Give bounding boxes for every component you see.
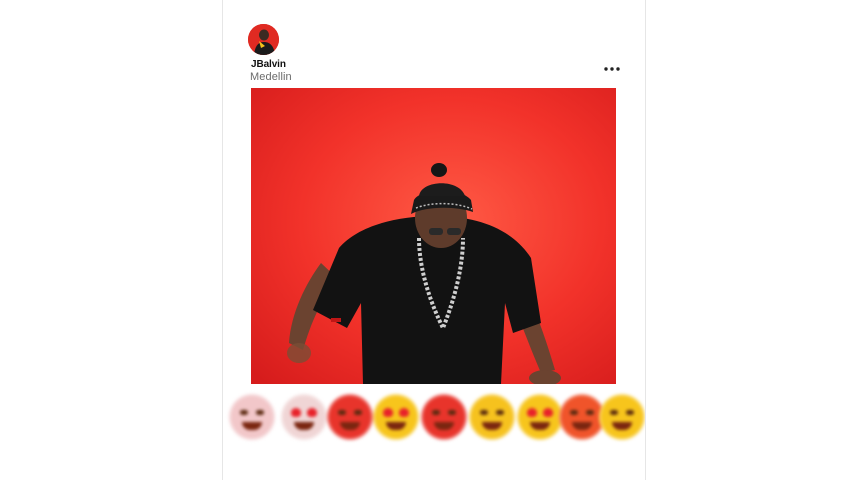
heart-eyes-face-icon[interactable] — [517, 394, 563, 440]
post-photo-image — [251, 88, 616, 384]
post-photo[interactable] — [251, 88, 616, 384]
grinning-face-icon[interactable] — [327, 394, 373, 440]
heart-eyes-face-icon[interactable] — [373, 394, 419, 440]
avatar-image — [248, 24, 279, 55]
grinning-face-icon[interactable] — [229, 394, 275, 440]
more-options-icon[interactable] — [603, 62, 621, 76]
grinning-face-icon[interactable] — [469, 394, 515, 440]
post-card: JBalvin Medellin — [222, 0, 646, 480]
smiling-face-icon[interactable] — [421, 394, 467, 440]
screen: JBalvin Medellin — [0, 0, 852, 480]
profile-avatar[interactable] — [248, 24, 279, 55]
username[interactable]: JBalvin — [251, 59, 286, 70]
location-label[interactable]: Medellin — [250, 71, 292, 83]
smiling-face-icon[interactable] — [599, 394, 645, 440]
reaction-emoji-strip[interactable] — [223, 388, 645, 444]
heart-eyes-face-icon[interactable] — [281, 394, 327, 440]
